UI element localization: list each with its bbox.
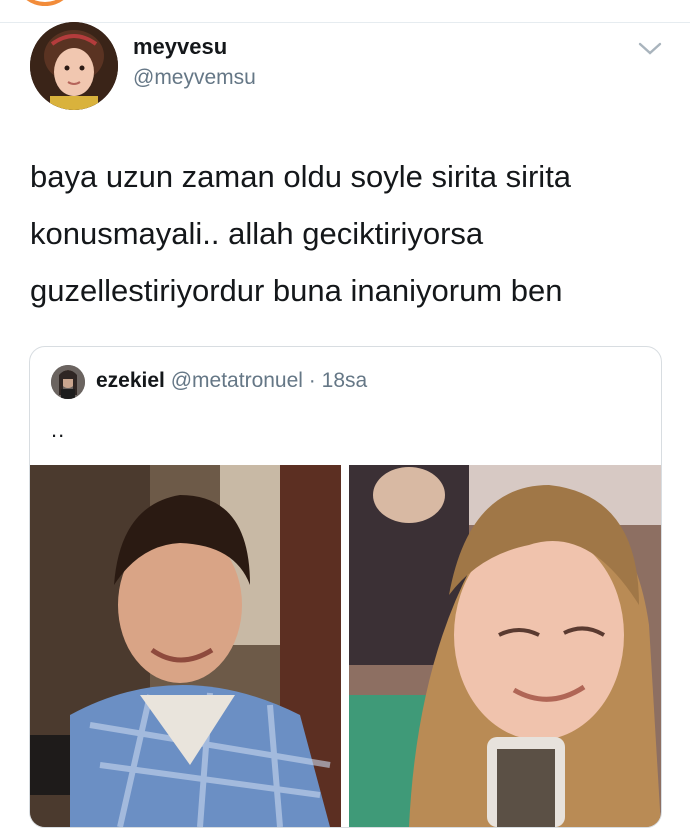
quoted-handle[interactable]: @metatronuel [171, 369, 303, 392]
chevron-down-icon[interactable] [637, 40, 663, 58]
quoted-display-name[interactable]: ezekiel [96, 369, 165, 392]
author-display-name[interactable]: meyvesu [133, 34, 227, 60]
quoted-time[interactable]: 18sa [322, 369, 368, 392]
author-handle[interactable]: @meyvemsu [133, 66, 256, 90]
tweet-text: baya uzun zaman oldu soyle sirita sirita… [30, 159, 572, 308]
quoted-photo-right[interactable] [349, 465, 661, 827]
quoted-avatar[interactable] [51, 365, 85, 399]
quoted-tweet-header: ezekiel @metatronuel · 18sa [96, 369, 367, 393]
quoted-tweet-card[interactable]: ezekiel @metatronuel · 18sa .. [29, 346, 662, 828]
quoted-tweet-text: .. [51, 417, 66, 442]
app-logo-fragment [18, 0, 72, 6]
top-divider [0, 22, 690, 23]
quoted-photo-left[interactable] [30, 465, 341, 827]
meta-separator: · [308, 369, 316, 392]
avatar[interactable] [30, 22, 118, 110]
